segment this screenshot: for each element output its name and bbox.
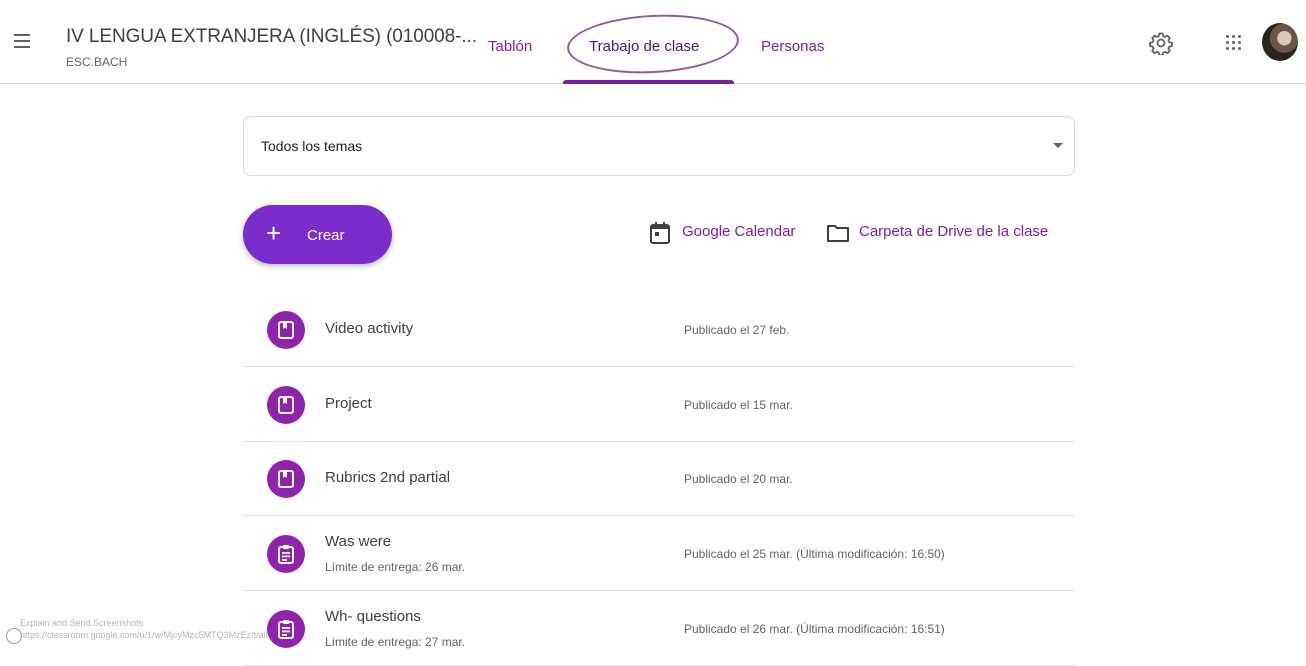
list-item[interactable]: Project Publicado el 15 mar. [243, 368, 1075, 442]
tab-personas[interactable]: Personas [761, 38, 824, 55]
item-title: Wh- questions [325, 608, 421, 625]
course-title[interactable]: IV LENGUA EXTRANJERA (INGLÉS) (010008-..… [66, 26, 477, 48]
item-due-date: Límite de entrega: 26 mar. [325, 560, 466, 574]
item-due-date: Límite de entrega: 27 mar. [325, 635, 466, 649]
list-item[interactable]: Was were Límite de entrega: 26 mar. Publ… [243, 517, 1075, 591]
material-icon [267, 386, 305, 424]
item-title: Video activity [325, 320, 414, 337]
dropdown-caret-icon [1053, 143, 1063, 148]
item-published: Publicado el 15 mar. [684, 398, 793, 412]
screenshot-tool-watermark: Explain and Send Screenshots https://cla… [6, 618, 326, 648]
list-item[interactable]: Wh- questions Límite de entrega: 27 mar.… [243, 592, 1075, 666]
tab-trabajo-de-clase[interactable]: Trabajo de clase [589, 38, 699, 55]
topic-filter-select[interactable]: Todos los temas [243, 116, 1075, 176]
item-title: Rubrics 2nd partial [325, 469, 451, 486]
menu-icon[interactable] [10, 30, 34, 54]
gear-icon[interactable] [1149, 31, 1173, 57]
item-published: Publicado el 26 mar. (Última modificació… [684, 622, 945, 636]
watermark-line-1: Explain and Send Screenshots [20, 618, 144, 628]
item-title: Was were [325, 533, 392, 550]
item-published: Publicado el 20 mar. [684, 472, 793, 486]
active-tab-indicator [563, 80, 734, 84]
watermark-url: https://classroom.google.com/u/1/w/MjcyM… [20, 630, 268, 640]
tab-tablon[interactable]: Tablón [488, 38, 532, 55]
google-calendar-label: Google Calendar [682, 223, 796, 240]
assignment-icon [267, 535, 305, 573]
top-app-bar: IV LENGUA EXTRANJERA (INGLÉS) (010008-..… [0, 0, 1306, 84]
calendar-icon [650, 222, 670, 244]
list-item[interactable]: Video activity Publicado el 27 feb. [243, 293, 1075, 367]
item-published: Publicado el 27 feb. [684, 323, 790, 337]
apps-grid-icon[interactable] [1222, 31, 1246, 55]
drive-folder-label: Carpeta de Drive de la clase [859, 223, 1049, 240]
avatar[interactable] [1262, 23, 1298, 61]
item-published: Publicado el 25 mar. (Última modificació… [684, 547, 945, 561]
material-icon [267, 311, 305, 349]
course-subtitle: ESC.BACH [66, 55, 128, 69]
create-button-label: Crear [307, 227, 345, 244]
material-icon [267, 460, 305, 498]
item-title: Project [325, 395, 372, 412]
folder-icon [827, 225, 849, 242]
plus-icon: + [266, 218, 282, 248]
create-button[interactable]: + Crear [243, 205, 392, 264]
list-item[interactable]: Rubrics 2nd partial Publicado el 20 mar. [243, 442, 1075, 516]
topic-filter-value: Todos los temas [261, 138, 363, 154]
